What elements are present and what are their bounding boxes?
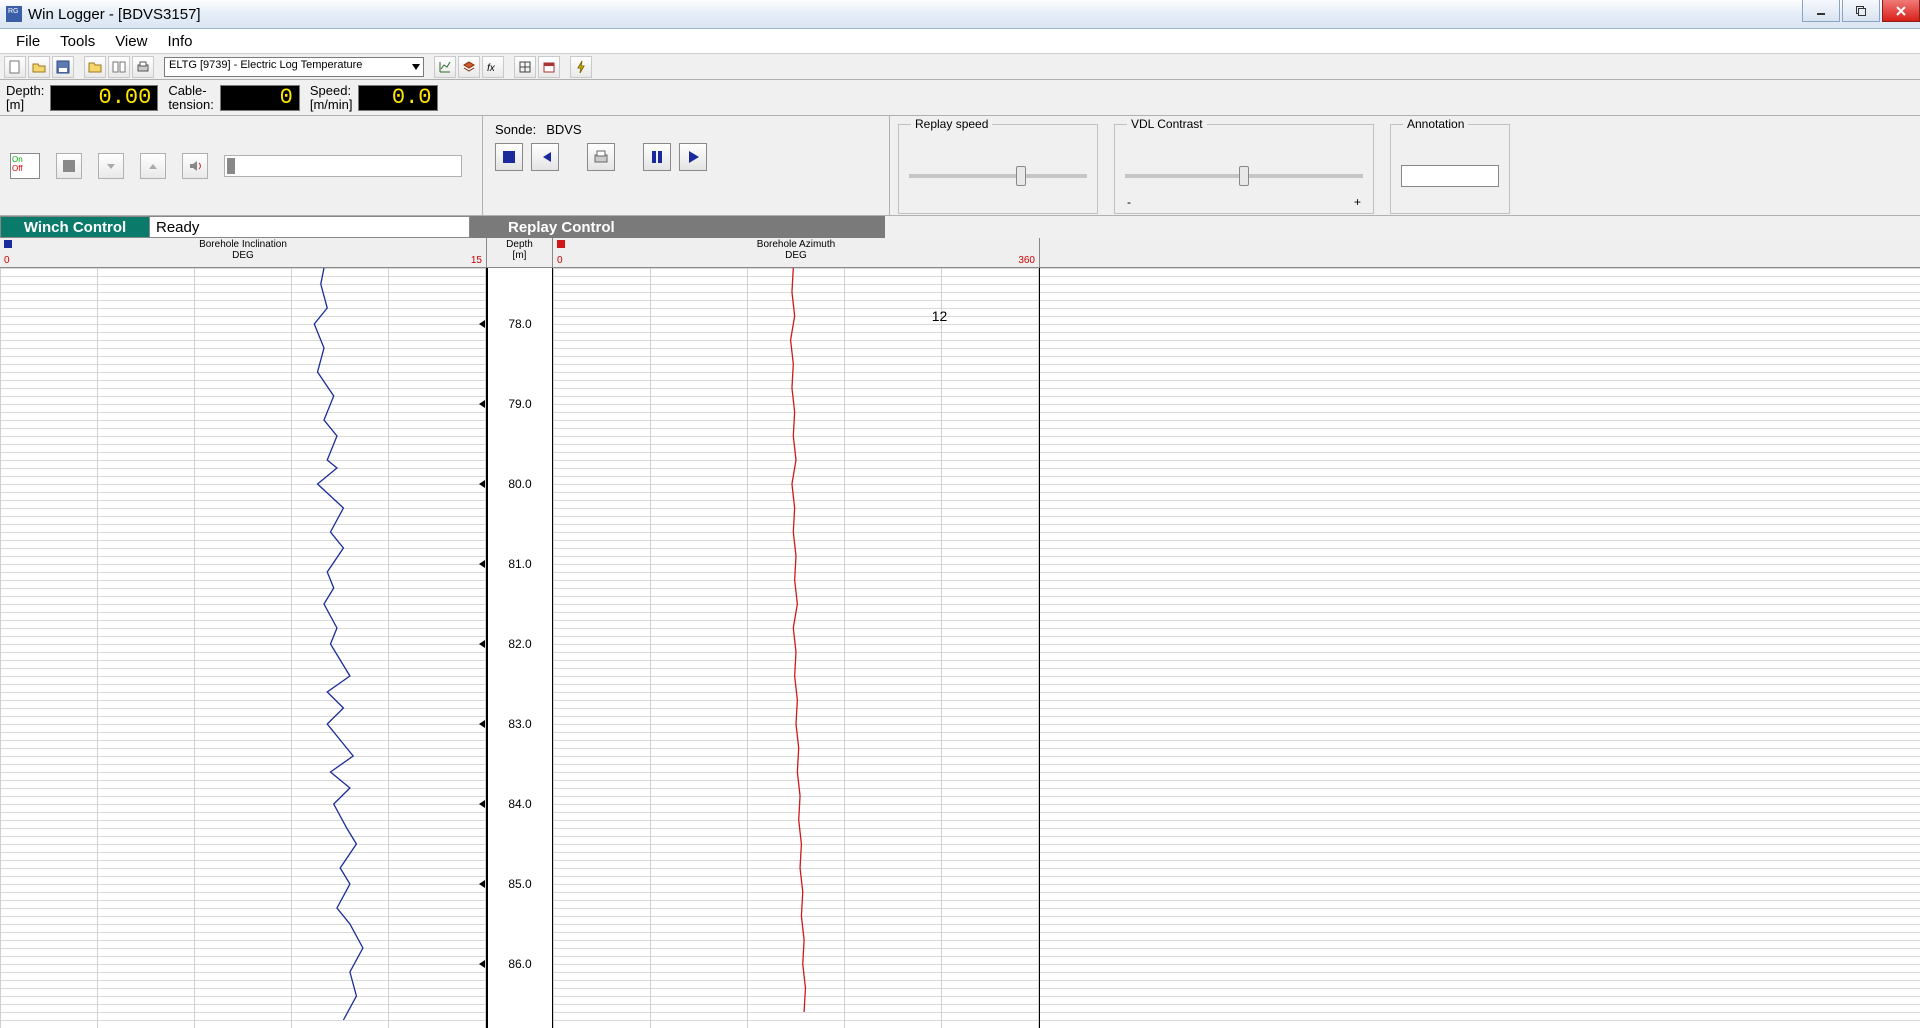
- annotation-12: 12: [932, 308, 948, 324]
- depth-label: 85.0: [488, 877, 552, 891]
- azimuth-curve: [553, 268, 1039, 1028]
- depth-label: 84.0: [488, 797, 552, 811]
- chart-icon[interactable]: [434, 56, 456, 78]
- depth-label: 81.0: [488, 557, 552, 571]
- status-row: Winch Control Ready Replay Control: [0, 216, 1920, 238]
- azim-track-unit: DEG: [553, 250, 1039, 261]
- new-icon[interactable]: [4, 56, 26, 78]
- depth-label: 80.0: [488, 477, 552, 491]
- down-arrow-icon[interactable]: [98, 153, 124, 179]
- depth-label: 79.0: [488, 397, 552, 411]
- vdl-plus: +: [1354, 195, 1361, 209]
- track-headers: Borehole Inclination DEG 0 15 Depth [m] …: [0, 238, 1920, 268]
- readout-bar: Depth:[m] 0.00 Cable-tension: 0 Speed:[m…: [0, 80, 1920, 116]
- depth-label: 83.0: [488, 717, 552, 731]
- annotation-group: Annotation: [1390, 124, 1510, 214]
- depth-track-name: Depth: [487, 238, 552, 250]
- menu-view[interactable]: View: [105, 31, 157, 52]
- incl-track-unit: DEG: [0, 250, 486, 261]
- calendar-icon[interactable]: [538, 56, 560, 78]
- open-icon[interactable]: [28, 56, 50, 78]
- depth-label: Depth:: [6, 83, 44, 98]
- winch-onoff-button[interactable]: OnOff: [10, 153, 40, 179]
- replay-control-status: Replay Control: [470, 216, 885, 238]
- stop-square-icon[interactable]: [56, 153, 82, 179]
- sonde-label: Sonde:: [495, 122, 536, 137]
- menu-tools[interactable]: Tools: [50, 31, 105, 52]
- bolt-icon[interactable]: [570, 56, 592, 78]
- maximize-button[interactable]: [1842, 0, 1880, 22]
- incl-min: 0: [4, 255, 10, 266]
- sonde-select[interactable]: ELTG [9739] - Electric Log Temperature: [164, 57, 424, 77]
- replay-rewind-icon[interactable]: [531, 143, 559, 171]
- fx-icon[interactable]: fx: [482, 56, 504, 78]
- menu-file[interactable]: File: [6, 31, 50, 52]
- layers-icon[interactable]: [458, 56, 480, 78]
- dual-page-icon[interactable]: [108, 56, 130, 78]
- cable-unit: tension:: [168, 97, 214, 112]
- depth-unit: [m]: [6, 97, 24, 112]
- azim-color-swatch: [557, 240, 565, 248]
- replay-speed-group: Replay speed: [898, 124, 1098, 214]
- window-title: Win Logger - [BDVS3157]: [28, 6, 1800, 23]
- replay-play-icon[interactable]: [679, 143, 707, 171]
- speaker-icon[interactable]: [182, 153, 208, 179]
- log-plot-area[interactable]: 78.0 79.0 80.0 81.0 82.0 83.0 84.0 85.0 86.0 12: [0, 268, 1920, 1028]
- winch-speed-slider[interactable]: [224, 155, 462, 177]
- depth-axis: 78.0 79.0 80.0 81.0 82.0 83.0 84.0 85.0 86.0: [487, 268, 553, 1028]
- depth-label: 82.0: [488, 637, 552, 651]
- svg-text:fx: fx: [487, 63, 496, 74]
- menu-info[interactable]: Info: [157, 31, 202, 52]
- grid-icon[interactable]: [514, 56, 536, 78]
- incl-track-name: Borehole Inclination: [0, 238, 486, 250]
- winch-control-status: Winch Control: [0, 216, 150, 238]
- vdl-contrast-group: VDL Contrast - +: [1114, 124, 1374, 214]
- sonde-value: BDVS: [546, 122, 581, 137]
- vdl-minus: -: [1127, 195, 1131, 209]
- minimize-button[interactable]: [1802, 0, 1840, 22]
- app-icon: [6, 6, 22, 22]
- azim-track-name: Borehole Azimuth: [553, 238, 1039, 250]
- depth-readout: 0.00: [50, 85, 158, 111]
- speed-readout: 0.0: [358, 85, 438, 111]
- depth-track-unit: [m]: [487, 250, 552, 261]
- inclination-curve: [0, 268, 486, 1028]
- azim-min: 0: [557, 255, 563, 266]
- window-titlebar: Win Logger - [BDVS3157]: [0, 0, 1920, 29]
- print-icon[interactable]: [132, 56, 154, 78]
- replay-pause-icon[interactable]: [643, 143, 671, 171]
- vdl-contrast-slider[interactable]: [1125, 174, 1363, 178]
- cable-label: Cable-: [168, 83, 206, 98]
- replay-speed-slider[interactable]: [909, 174, 1087, 178]
- incl-color-swatch: [4, 240, 12, 248]
- depth-label: 78.0: [488, 317, 552, 331]
- folder-icon[interactable]: [84, 56, 106, 78]
- depth-label: 86.0: [488, 957, 552, 971]
- replay-print-icon[interactable]: [587, 143, 615, 171]
- save-icon[interactable]: [52, 56, 74, 78]
- main-toolbar: ELTG [9739] - Electric Log Temperature f…: [0, 54, 1920, 80]
- replay-stop-icon[interactable]: [495, 143, 523, 171]
- ready-status: Ready: [150, 216, 470, 238]
- up-arrow-icon[interactable]: [140, 153, 166, 179]
- cable-readout: 0: [220, 85, 300, 111]
- close-button[interactable]: [1882, 0, 1920, 22]
- incl-max: 15: [471, 255, 482, 266]
- annotation-input[interactable]: [1401, 165, 1499, 187]
- speed-label: Speed:: [310, 83, 351, 98]
- azim-max: 360: [1018, 255, 1035, 266]
- menu-bar: File Tools View Info: [0, 29, 1920, 54]
- speed-unit: [m/min]: [310, 97, 353, 112]
